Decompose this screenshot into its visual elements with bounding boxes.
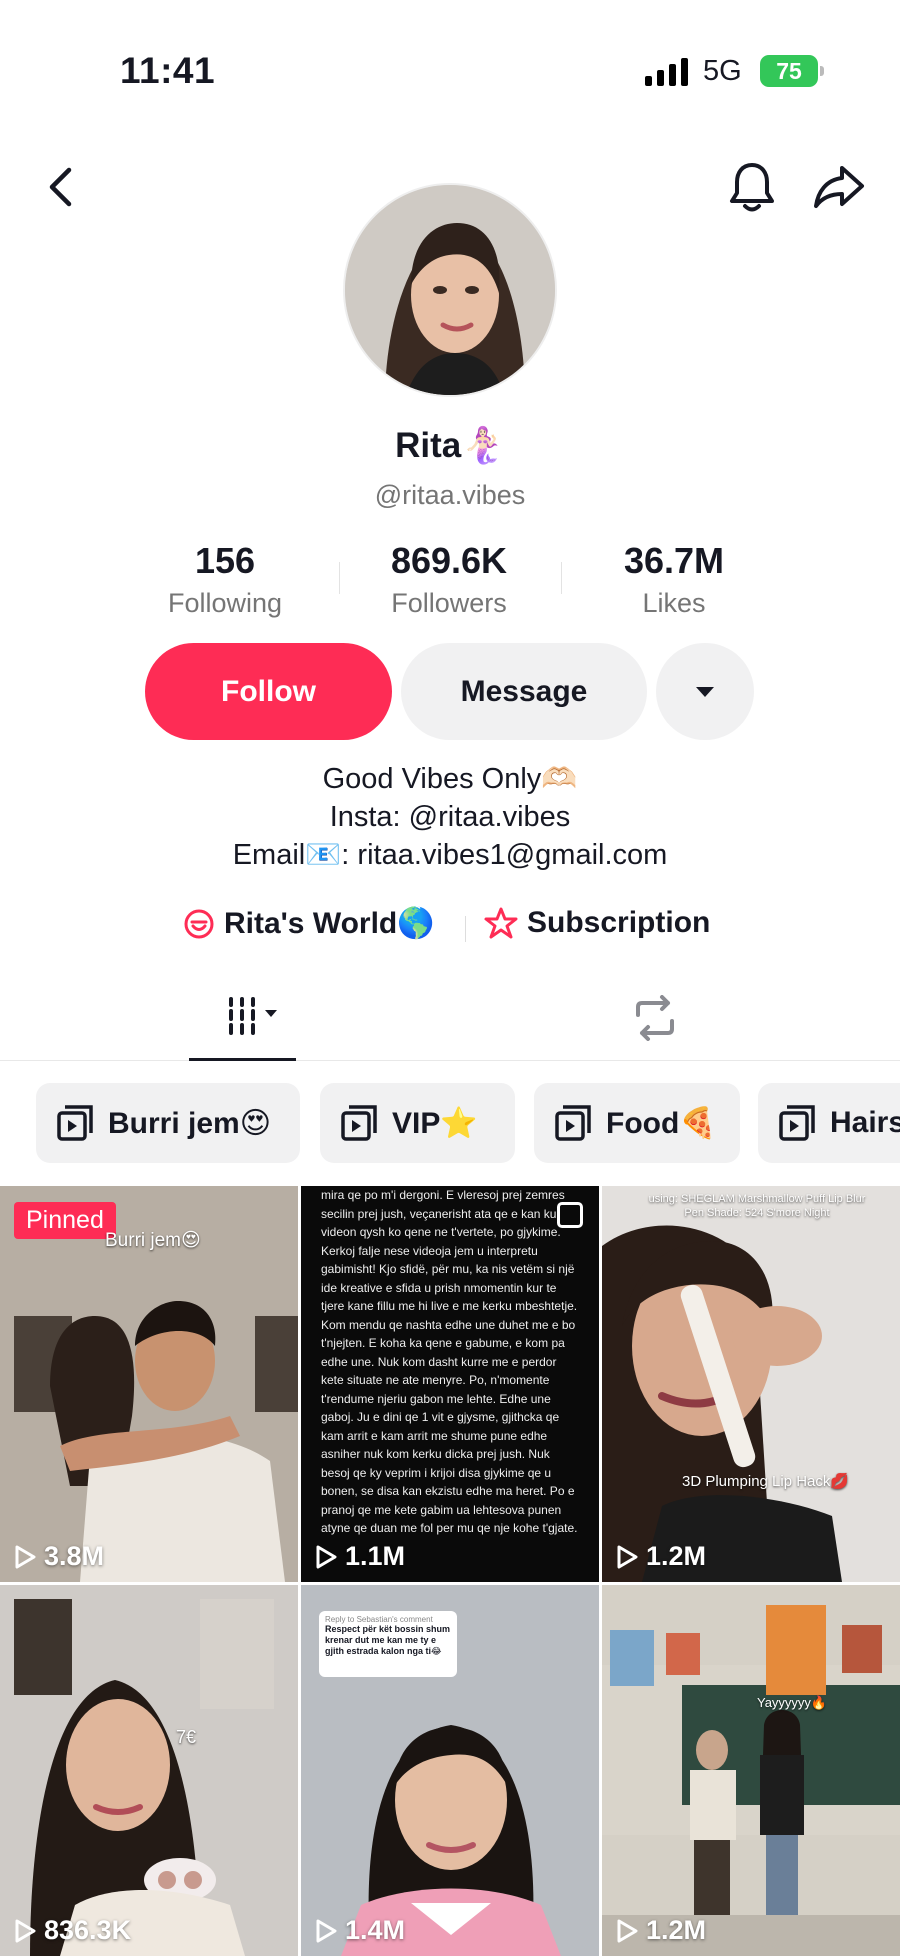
more-options-button[interactable] (656, 643, 754, 740)
tab-reposts[interactable] (630, 995, 680, 1045)
play-icon (316, 1545, 337, 1568)
stat-likes-value: 36.7M (623, 540, 725, 581)
back-icon[interactable] (40, 165, 80, 209)
video-caption: 7€ (176, 1727, 197, 1747)
playlist-label: Food🍕 (606, 1106, 717, 1140)
network-label: 5G (703, 55, 742, 87)
stat-divider (339, 562, 340, 594)
view-count: 1.2M (616, 1541, 706, 1572)
video-grid: Pinned Burri jem😍 3.8M mira qe po m'i de… (0, 1186, 900, 1956)
stat-likes[interactable]: 36.7M Likes (574, 540, 774, 619)
stat-following[interactable]: 156 Following (125, 540, 325, 619)
link-subscription-label: Subscription (527, 906, 711, 939)
reply-title: Reply to Sebastian's comment (325, 1615, 433, 1624)
battery-icon: 75 (760, 55, 824, 87)
tab-videos[interactable] (189, 995, 296, 1061)
view-count-label: 1.1M (345, 1541, 406, 1571)
comment-reply-bubble: Reply to Sebastian's comment Respect për… (319, 1611, 457, 1677)
stat-divider (561, 562, 562, 594)
video-caption-top: using: SHEGLAM Marshmallow Puff Lip Blur… (648, 1193, 866, 1219)
playlist-icon (57, 1105, 93, 1141)
view-count: 1.1M (315, 1541, 405, 1572)
caret-down-icon (696, 686, 714, 697)
playlist-label: Burri jem😍 (108, 1106, 271, 1140)
stat-following-label: Following (167, 588, 283, 618)
content-tabs (0, 985, 900, 1061)
video-thumbnail (602, 1186, 900, 1582)
play-icon (617, 1919, 638, 1942)
profile-bio: Good Vibes Only🫶🏻 Insta: @ritaa.vibes Em… (0, 760, 900, 874)
signal-icon (645, 58, 688, 86)
playlist-label: VIP⭐ (392, 1106, 478, 1140)
stat-followers-value: 869.6K (390, 540, 508, 581)
video-caption: Burri jem😍 (105, 1230, 201, 1251)
video-caption: 3D Plumping Lip Hack💋 (682, 1473, 850, 1490)
video-tile[interactable]: Reply to Sebastian's comment Respect për… (301, 1585, 599, 1956)
view-count: 1.2M (616, 1915, 706, 1946)
view-count-label: 1.4M (345, 1915, 406, 1945)
playlist-row: Burri jem😍 VIP⭐ Food🍕 Hairs (0, 1083, 900, 1165)
share-icon[interactable] (812, 162, 866, 212)
playlist-chip[interactable]: Burri jem😍 (36, 1083, 300, 1163)
link-community[interactable]: Rita's World🌎 (182, 906, 435, 941)
play-icon (316, 1919, 337, 1942)
reply-text: Respect për kët bossin shum krenar dut m… (325, 1624, 451, 1656)
profile-name: Rita🧜🏻‍♀️ (395, 426, 505, 465)
view-count-label: 3.8M (44, 1541, 105, 1571)
repost-icon (636, 995, 674, 1041)
stat-followers-label: Followers (391, 588, 507, 618)
playlist-label: Hairs (830, 1106, 900, 1139)
playlist-icon (555, 1105, 591, 1141)
view-count: 3.8M (14, 1541, 104, 1572)
view-count-label: 1.2M (646, 1915, 707, 1945)
message-button[interactable]: Message (401, 643, 647, 740)
playlist-chip[interactable]: Hairs (758, 1083, 900, 1163)
profile-stats: 156 Following 869.6K Followers 36.7M Lik… (0, 540, 900, 620)
view-count: 1.4M (315, 1915, 405, 1946)
video-text-overlay: mira qe po m'i dergoni. E vleresoj prej … (321, 1188, 578, 1535)
profile-handle: @ritaa.vibes (374, 480, 526, 510)
bio-line: Email📧: ritaa.vibes1@gmail.com (232, 839, 668, 871)
grid-icon (228, 997, 277, 1035)
playlist-icon (341, 1105, 377, 1141)
profile-links: Rita's World🌎 Subscription (0, 906, 900, 950)
stat-followers[interactable]: 869.6K Followers (349, 540, 549, 619)
video-thumbnail (0, 1585, 298, 1956)
playlist-chip[interactable]: VIP⭐ (320, 1083, 515, 1163)
community-icon (184, 909, 214, 938)
status-bar: 11:41 5G 75 (0, 0, 900, 140)
video-tile[interactable]: Yayyyyyy🔥 1.2M (602, 1585, 900, 1956)
bio-line: Insta: @ritaa.vibes (329, 801, 571, 833)
link-divider (465, 916, 466, 942)
playlist-icon (779, 1105, 815, 1141)
playlist-chip[interactable]: Food🍕 (534, 1083, 740, 1163)
play-icon (617, 1545, 638, 1568)
stat-likes-label: Likes (642, 588, 706, 618)
link-community-label: Rita's World🌎 (224, 907, 435, 940)
video-caption: Yayyyyyy🔥 (757, 1695, 828, 1710)
subscription-star-icon (484, 907, 518, 939)
stat-following-value: 156 (194, 540, 256, 581)
video-tile[interactable]: mira qe po m'i dergoni. E vleresoj prej … (301, 1186, 599, 1582)
play-icon (15, 1919, 36, 1942)
carousel-icon (557, 1202, 583, 1228)
view-count: 836.3K (14, 1915, 131, 1946)
link-subscription[interactable]: Subscription (483, 906, 710, 940)
follow-button[interactable]: Follow (145, 643, 392, 740)
avatar[interactable] (343, 183, 557, 397)
view-count-label: 836.3K (44, 1915, 132, 1945)
video-tile[interactable]: Pinned Burri jem😍 3.8M (0, 1186, 298, 1582)
video-tile[interactable]: 7€ 836.3K (0, 1585, 298, 1956)
video-tile[interactable]: using: SHEGLAM Marshmallow Puff Lip Blur… (602, 1186, 900, 1582)
notification-bell-icon[interactable] (728, 160, 776, 214)
play-icon (15, 1545, 36, 1568)
view-count-label: 1.2M (646, 1541, 707, 1571)
video-thumbnail (602, 1585, 900, 1956)
status-time: 11:41 (120, 50, 216, 91)
bio-line: Good Vibes Only🫶🏻 (322, 763, 578, 795)
battery-level: 75 (776, 57, 802, 84)
pinned-badge: Pinned (14, 1202, 116, 1239)
active-tab-indicator (189, 1058, 296, 1061)
